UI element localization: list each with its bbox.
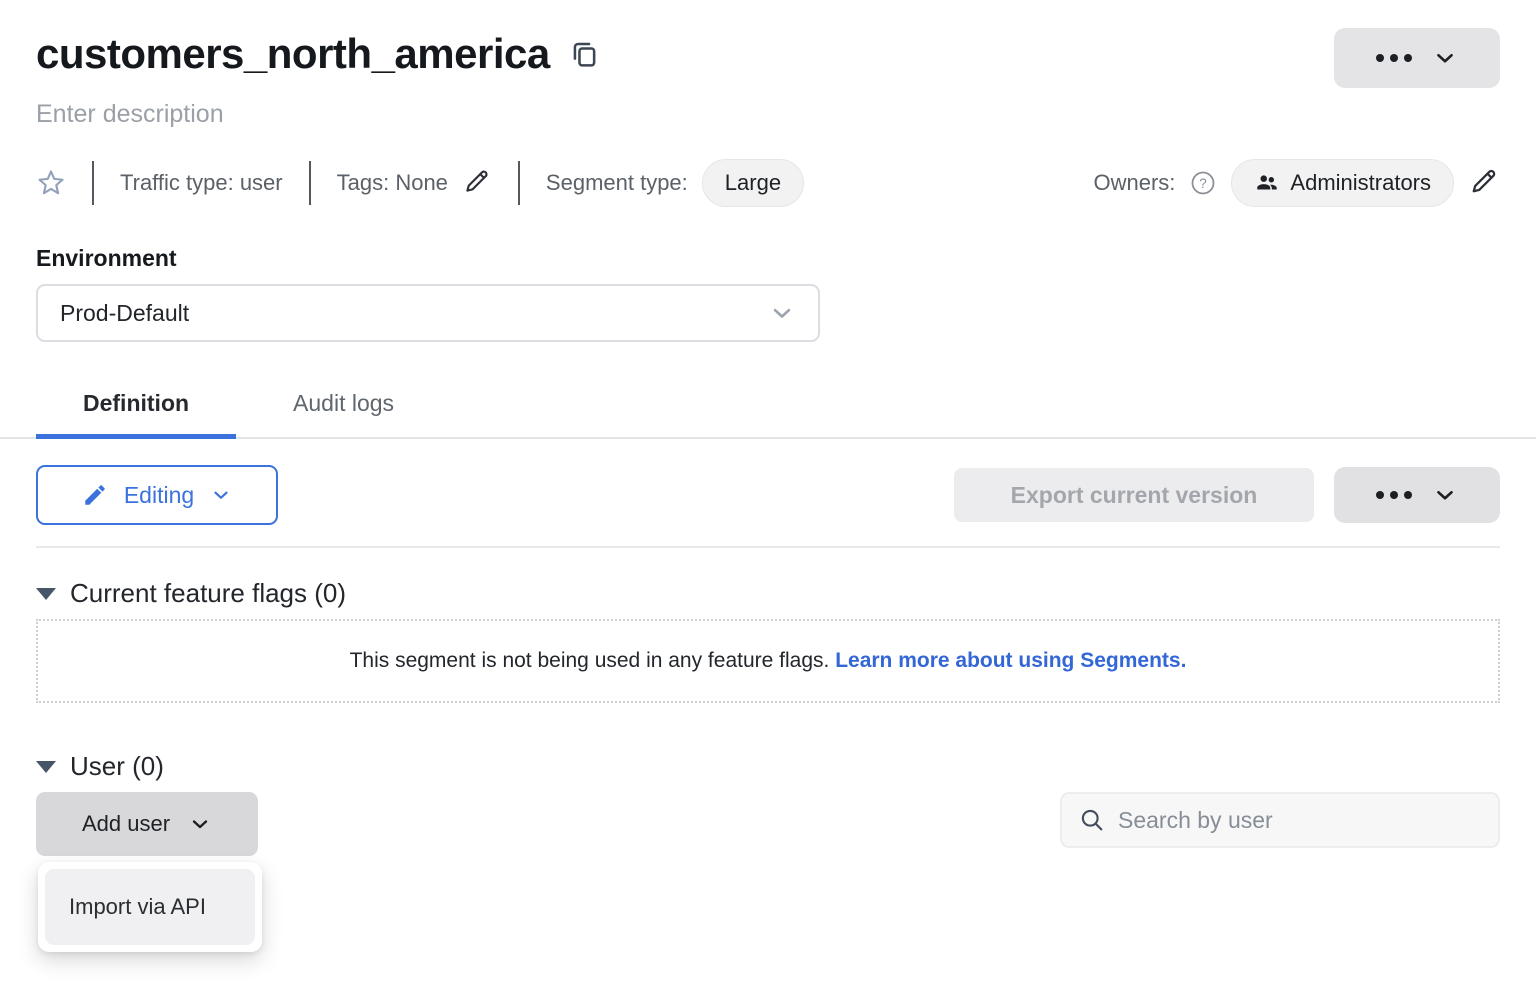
edit-tags-pencil-icon[interactable] — [462, 166, 492, 201]
owners-badge[interactable]: Administrators — [1231, 159, 1454, 207]
star-icon[interactable] — [36, 168, 66, 198]
description-field[interactable]: Enter description — [36, 100, 1500, 129]
add-user-dropdown-menu: Import via API — [38, 862, 262, 952]
chevron-down-icon — [1432, 482, 1458, 508]
triangle-down-icon — [36, 761, 56, 773]
search-input[interactable] — [1118, 807, 1482, 834]
ellipsis-icon — [1376, 491, 1412, 499]
svg-text:?: ? — [1200, 176, 1207, 191]
user-controls-row: Add user Import via API — [36, 792, 1500, 856]
copy-icon[interactable] — [568, 38, 600, 75]
segment-detail-page: customers_north_america Enter descriptio… — [0, 28, 1536, 856]
search-icon — [1078, 806, 1106, 834]
header-more-button[interactable] — [1334, 28, 1500, 88]
chevron-down-icon — [768, 299, 796, 327]
environment-label: Environment — [36, 245, 1500, 272]
editing-label: Editing — [124, 482, 194, 509]
ellipsis-icon — [1376, 54, 1412, 62]
traffic-type-label: Traffic type: user — [120, 170, 283, 196]
add-user-button[interactable]: Add user — [36, 792, 258, 856]
page-title: customers_north_america — [36, 28, 550, 80]
divider — [36, 546, 1500, 548]
environment-selected-value: Prod-Default — [60, 300, 189, 327]
tab-audit-logs[interactable]: Audit logs — [246, 376, 441, 437]
feature-flags-empty-state: This segment is not being used in any fe… — [36, 619, 1500, 703]
chevron-down-icon — [1432, 45, 1458, 71]
tab-definition[interactable]: Definition — [36, 376, 236, 437]
feature-flags-section-header[interactable]: Current feature flags (0) — [36, 578, 1500, 609]
pencil-icon — [82, 482, 108, 508]
chevron-down-icon — [188, 812, 212, 836]
triangle-down-icon — [36, 588, 56, 600]
editing-mode-button[interactable]: Editing — [36, 465, 278, 525]
tab-bar: Definition Audit logs — [0, 376, 1536, 439]
divider — [309, 161, 311, 205]
chevron-down-icon — [210, 484, 232, 506]
owners-label: Owners: — [1093, 170, 1175, 196]
owners-value: Administrators — [1290, 170, 1431, 196]
question-circle-icon[interactable]: ? — [1189, 169, 1217, 197]
definition-toolbar: Editing Export current version — [36, 465, 1500, 525]
segment-type-badge: Large — [702, 159, 804, 207]
add-user-label: Add user — [82, 811, 170, 837]
toolbar-more-button[interactable] — [1334, 467, 1500, 523]
menu-item-import-via-api[interactable]: Import via API — [45, 869, 255, 945]
divider — [92, 161, 94, 205]
people-icon — [1254, 170, 1280, 196]
divider — [518, 161, 520, 205]
page-header: customers_north_america — [36, 28, 1500, 88]
edit-owners-pencil-icon[interactable] — [1468, 165, 1500, 202]
empty-state-text: This segment is not being used in any fe… — [350, 649, 830, 672]
user-section-header[interactable]: User (0) — [36, 751, 1500, 782]
segment-type-label: Segment type: — [546, 170, 688, 196]
search-by-user-field[interactable] — [1060, 792, 1500, 848]
tags-label: Tags: None — [337, 170, 448, 196]
learn-more-link[interactable]: Learn more about using Segments. — [835, 649, 1186, 672]
meta-row: Traffic type: user Tags: None Segment ty… — [36, 159, 1500, 207]
export-current-version-button[interactable]: Export current version — [954, 468, 1314, 522]
feature-flags-heading: Current feature flags (0) — [70, 578, 346, 609]
user-heading: User (0) — [70, 751, 164, 782]
environment-select[interactable]: Prod-Default — [36, 284, 820, 342]
